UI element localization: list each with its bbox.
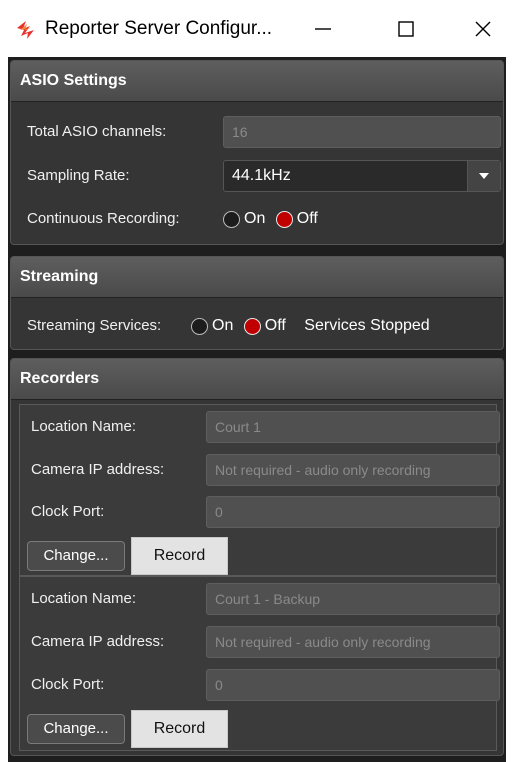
location-name-field: Court 1 - Backup: [206, 583, 500, 615]
clock-port-label: Clock Port:: [31, 676, 105, 693]
streaming-on-label: On: [212, 317, 234, 334]
change-button[interactable]: Change...: [27, 714, 125, 744]
recording-off-radio[interactable]: [275, 210, 293, 228]
recorder-card: Location Name: Court 1 Camera IP address…: [19, 404, 500, 576]
chevron-down-icon: [479, 173, 489, 179]
dropdown-arrow[interactable]: [467, 161, 500, 191]
recorders-header: Recorders: [11, 359, 503, 400]
camera-ip-row: Camera IP address: Not required - audio …: [20, 625, 500, 659]
clock-port-field: 0: [206, 496, 500, 528]
streaming-off-radio[interactable]: [243, 317, 261, 335]
close-button[interactable]: [458, 10, 508, 48]
recorder-card: Location Name: Court 1 - Backup Camera I…: [19, 576, 500, 751]
streaming-header: Streaming: [11, 257, 503, 298]
recording-on-label: On: [244, 210, 266, 227]
title-bar: Reporter Server Configur...: [0, 0, 514, 57]
minimize-icon: [315, 28, 331, 30]
services-status-text: Services Stopped: [304, 317, 430, 334]
change-button[interactable]: Change...: [27, 541, 125, 571]
close-icon: [475, 21, 491, 37]
maximize-icon: [398, 21, 414, 37]
recorders-group: Recorders Location Name: Court 1 Camera …: [10, 358, 504, 756]
recording-off-label: Off: [296, 210, 318, 227]
streaming-services-options: On Off Services Stopped: [191, 309, 436, 343]
clock-port-field: 0: [206, 669, 500, 701]
record-button[interactable]: Record: [131, 537, 228, 575]
total-channels-row: Total ASIO channels: 16: [11, 115, 503, 149]
window-title: Reporter Server Configur...: [45, 18, 273, 39]
streaming-off-label: Off: [264, 317, 286, 334]
location-name-label: Location Name:: [31, 590, 137, 607]
camera-ip-row: Camera IP address: Not required - audio …: [20, 453, 500, 487]
location-name-label: Location Name:: [31, 418, 137, 435]
location-name-row: Location Name: Court 1 - Backup: [20, 582, 500, 616]
continuous-recording-options: On Off: [223, 202, 324, 236]
camera-ip-label: Camera IP address:: [31, 461, 165, 478]
camera-ip-field: Not required - audio only recording: [206, 454, 500, 486]
continuous-recording-row: Continuous Recording: On Off: [11, 202, 503, 236]
asio-settings-group: ASIO Settings Total ASIO channels: 16 Sa…: [10, 60, 504, 245]
location-name-field: Court 1: [206, 411, 500, 443]
record-button[interactable]: Record: [131, 710, 228, 748]
clock-port-row: Clock Port: 0: [20, 668, 500, 702]
location-name-row: Location Name: Court 1: [20, 410, 500, 444]
recording-on-radio[interactable]: [223, 210, 240, 228]
total-channels-label: Total ASIO channels:: [27, 123, 167, 140]
total-channels-field: 16: [223, 116, 501, 148]
sampling-rate-label: Sampling Rate:: [27, 167, 130, 184]
camera-ip-field: Not required - audio only recording: [206, 626, 500, 658]
streaming-on-radio[interactable]: [191, 317, 208, 335]
minimize-button[interactable]: [298, 10, 348, 48]
continuous-recording-label: Continuous Recording:: [27, 210, 180, 227]
sampling-rate-select[interactable]: 44.1kHz: [223, 160, 501, 192]
app-logo-icon: [17, 21, 34, 39]
sampling-rate-value: 44.1kHz: [232, 167, 291, 184]
sampling-rate-row: Sampling Rate: 44.1kHz: [11, 159, 503, 193]
camera-ip-label: Camera IP address:: [31, 633, 165, 650]
asio-settings-header: ASIO Settings: [11, 61, 503, 102]
clock-port-label: Clock Port:: [31, 503, 105, 520]
streaming-services-row: Streaming Services: On Off Services Stop…: [11, 309, 503, 343]
maximize-button[interactable]: [381, 10, 431, 48]
streaming-group: Streaming Streaming Services: On Off Ser…: [10, 256, 504, 350]
streaming-services-label: Streaming Services:: [27, 317, 162, 334]
clock-port-row: Clock Port: 0: [20, 495, 500, 529]
